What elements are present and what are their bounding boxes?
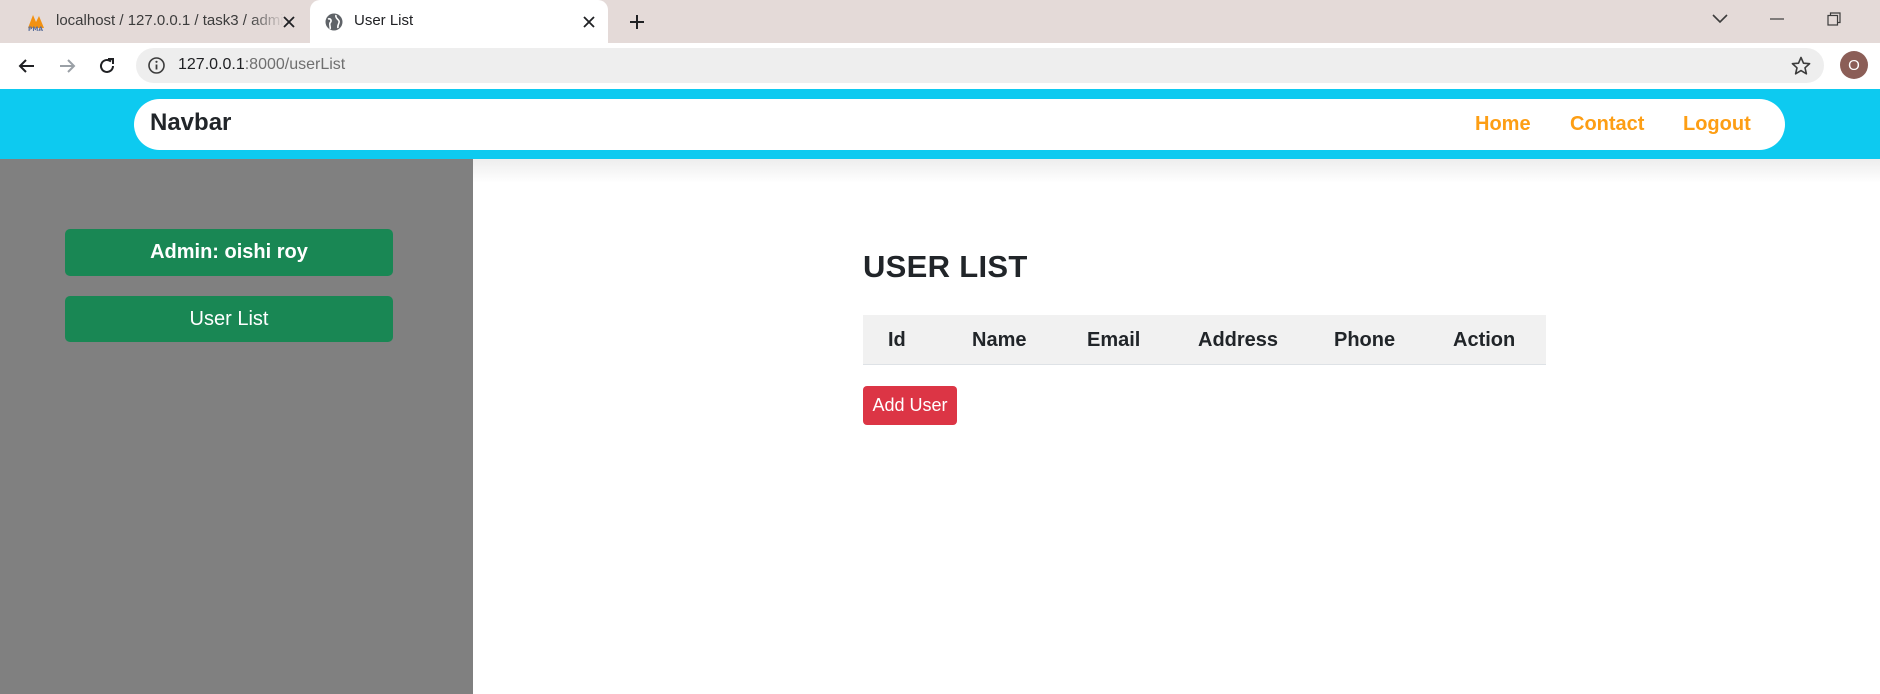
reload-icon — [100, 58, 114, 73]
navbar: Navbar Home Contact Logout — [134, 99, 1785, 150]
tab-search-button[interactable] — [1705, 6, 1735, 32]
nav-link-home[interactable]: Home — [1475, 113, 1531, 136]
browser-toolbar: 127.0.0.1:8000/userList O — [0, 43, 1880, 89]
globe-icon — [325, 13, 343, 31]
column-header-name: Name — [972, 329, 1027, 351]
close-icon[interactable] — [278, 11, 300, 33]
admin-name-button[interactable]: Admin: oishi roy — [65, 229, 393, 276]
forward-button[interactable] — [53, 52, 81, 80]
arrow-right-icon — [60, 59, 76, 73]
column-header-address: Address — [1198, 329, 1279, 351]
svg-text:PMA: PMA — [28, 26, 43, 32]
tab-title: User List — [354, 12, 414, 29]
sidebar-item-user-list[interactable]: User List — [65, 296, 393, 342]
url-host: 127.0.0.1 — [178, 56, 245, 73]
navbar-brand[interactable]: Navbar — [150, 109, 231, 137]
user-table-header: Id Name Email Address Phone Action — [863, 315, 1546, 365]
minimize-button[interactable] — [1762, 6, 1792, 32]
header-band: Navbar Home Contact Logout — [0, 89, 1880, 159]
restore-button[interactable] — [1819, 6, 1849, 32]
new-tab-button[interactable] — [624, 9, 650, 35]
sidebar: Admin: oishi roy User List — [0, 159, 473, 694]
reload-button[interactable] — [93, 52, 121, 80]
column-header-email: Email — [1087, 329, 1141, 351]
phpmyadmin-icon: PMA — [28, 15, 44, 32]
chevron-down-icon — [1712, 14, 1728, 24]
tab-phpmyadmin[interactable]: PMA localhost / 127.0.0.1 / task3 / admi… — [14, 0, 306, 43]
minimize-icon — [1770, 18, 1784, 20]
plus-icon — [630, 15, 644, 29]
arrow-left-icon — [18, 59, 34, 73]
tab-title: localhost / 127.0.0.1 / task3 / admin — [56, 12, 284, 29]
close-icon[interactable] — [578, 11, 600, 33]
column-header-phone: Phone — [1334, 329, 1396, 351]
page-title: USER LIST — [863, 249, 1028, 284]
star-icon[interactable] — [1790, 55, 1812, 77]
restore-icon — [1827, 12, 1841, 26]
profile-avatar[interactable]: O — [1840, 51, 1868, 79]
url-path: :8000/userList — [244, 56, 346, 73]
browser-tab-strip: PMA localhost / 127.0.0.1 / task3 / admi… — [0, 0, 1880, 43]
tab-user-list[interactable]: User List — [310, 0, 608, 43]
back-button[interactable] — [13, 52, 41, 80]
nav-link-logout[interactable]: Logout — [1683, 113, 1751, 136]
header-shadow — [473, 159, 1880, 183]
page: Navbar Home Contact Logout Admin: oishi … — [0, 89, 1880, 694]
nav-link-contact[interactable]: Contact — [1570, 113, 1644, 136]
url-text[interactable]: 127.0.0.1:8000/userList — [178, 56, 345, 74]
address-bar[interactable]: 127.0.0.1:8000/userList — [136, 48, 1824, 83]
add-user-button[interactable]: Add User — [863, 386, 957, 425]
column-header-action: Action — [1453, 329, 1516, 351]
info-icon[interactable] — [147, 56, 166, 75]
column-header-id: Id — [888, 329, 906, 351]
